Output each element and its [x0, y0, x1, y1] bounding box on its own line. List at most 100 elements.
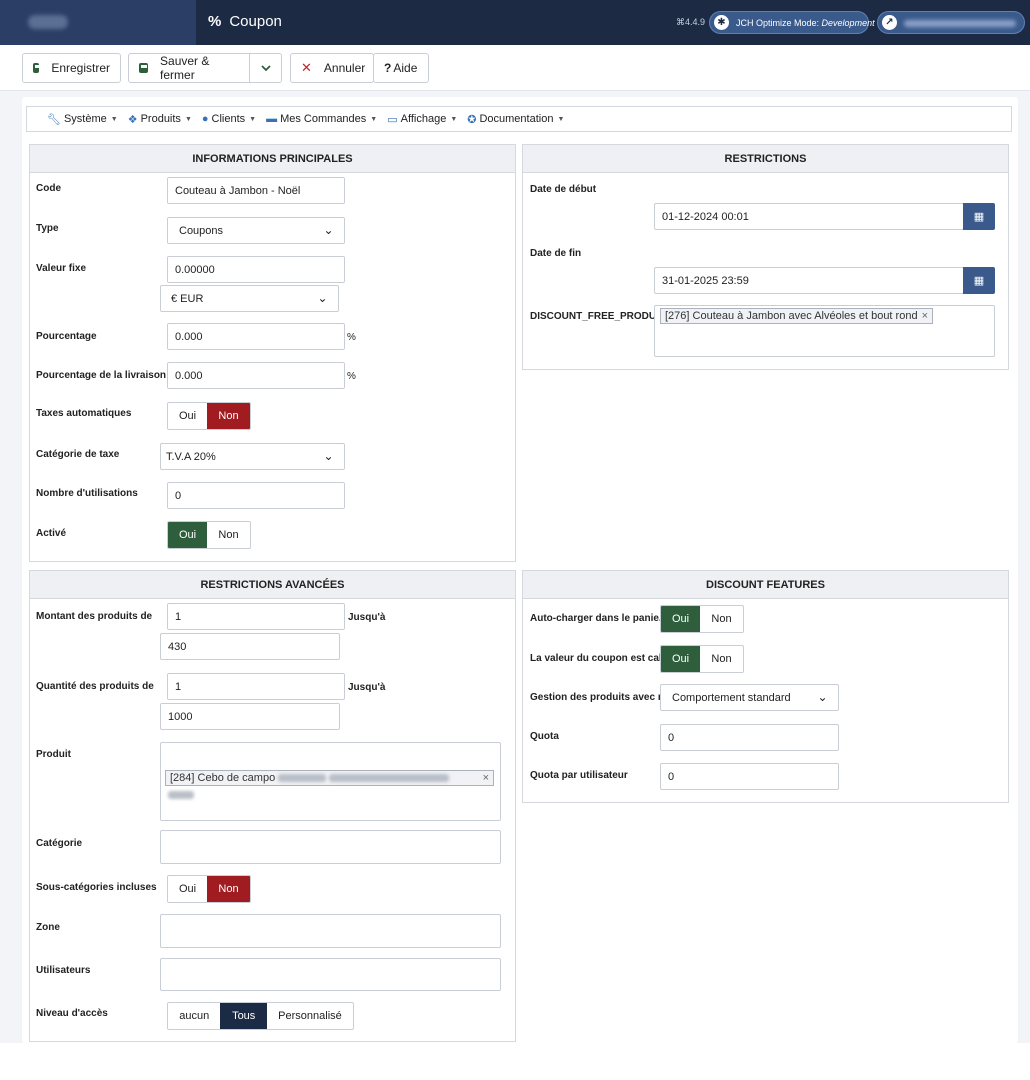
save-close-button[interactable]: Sauver & fermer — [128, 53, 250, 83]
panel-heading: DISCOUNT FEATURES — [523, 571, 1008, 599]
active-no[interactable]: Non — [207, 522, 250, 548]
chevron-down-icon: ⌄ — [817, 690, 828, 704]
save-icon — [33, 63, 42, 73]
panel-heading: INFORMATIONS PRINCIPALES — [30, 145, 515, 173]
start-date-label: Date de début — [530, 184, 597, 195]
percent-suffix: % — [347, 332, 356, 343]
coupon-calc-no[interactable]: Non — [700, 646, 743, 672]
subcategories-no[interactable]: Non — [207, 876, 250, 902]
cubes-icon: ❖ — [127, 113, 138, 126]
type-select[interactable]: Coupons ⌄ — [167, 217, 345, 244]
type-label: Type — [36, 223, 59, 234]
auto-tax-yes[interactable]: Oui — [168, 403, 207, 429]
save-options-dropdown[interactable] — [249, 53, 282, 83]
remove-tag-icon[interactable]: × — [483, 772, 489, 785]
currency-select[interactable]: € EUR ⌄ — [160, 285, 339, 312]
category-label: Catégorie — [36, 838, 83, 849]
auto-tax-label: Taxes automatiques — [36, 408, 132, 419]
fixed-value-input[interactable]: 0.00000 — [167, 256, 345, 283]
quantity-to-label: Jusqu'à — [348, 682, 386, 693]
active-toggle: Oui Non — [167, 521, 251, 549]
amount-to-input[interactable]: 430 — [160, 633, 340, 660]
save-button[interactable]: Enregistrer — [22, 53, 121, 83]
menu-item-affichage[interactable]: ▭ Affichage ▼ — [387, 113, 457, 126]
product-management-select[interactable]: Comportement standard ⌄ — [660, 684, 839, 711]
gear-icon: ✱ — [714, 15, 729, 30]
subcategories-yes[interactable]: Oui — [168, 876, 207, 902]
auto-tax-no[interactable]: Non — [207, 403, 250, 429]
version-label: ⌘4.4.9 — [676, 17, 706, 27]
tax-category-select[interactable]: T.V.A 20% ⌄ — [160, 443, 345, 470]
quantity-label: Quantité des produits de — [36, 681, 154, 692]
credit-card-icon: ▬ — [266, 113, 278, 125]
autocart-yes[interactable]: Oui — [661, 606, 701, 632]
access-custom[interactable]: Personnalisé — [267, 1003, 353, 1029]
calendar-icon[interactable]: ▦ — [963, 203, 995, 230]
cancel-button[interactable]: ✕ Annuler — [290, 53, 374, 83]
autocart-label: Auto-charger dans le panie... — [530, 613, 668, 624]
fixed-value-label: Valeur fixe — [36, 263, 87, 274]
chevron-down-icon: ⌄ — [323, 449, 334, 463]
external-link-icon: ↗ — [882, 15, 897, 30]
calendar-icon[interactable]: ▦ — [963, 267, 995, 294]
user-icon: ● — [201, 113, 209, 125]
percent-label: Pourcentage — [36, 331, 97, 342]
code-input[interactable]: Couteau à Jambon - Noël — [167, 177, 345, 204]
autocart-no[interactable]: Non — [700, 606, 743, 632]
active-yes[interactable]: Oui — [168, 522, 208, 548]
uses-count-input[interactable]: 0 — [167, 482, 345, 509]
category-field[interactable] — [160, 830, 501, 864]
monitor-icon: ▭ — [387, 113, 398, 126]
jch-optimize-button[interactable]: ✱ JCH Optimize Mode: Development — [709, 11, 875, 34]
brand-logo[interactable] — [0, 0, 196, 45]
shipping-percent-suffix: % — [347, 371, 356, 382]
amount-from-input[interactable]: 1 — [167, 603, 345, 630]
coupon-calc-toggle: Oui Non — [660, 645, 744, 673]
remove-tag-icon[interactable]: × — [922, 310, 928, 322]
menu-item-produits[interactable]: ❖ Produits ▼ — [128, 113, 192, 126]
end-date-input[interactable]: 31-01-2025 23:59 — [654, 267, 964, 294]
menu-item-systeme[interactable]: 🔧︎ Système ▼ — [47, 113, 118, 126]
quantity-to-input[interactable]: 1000 — [160, 703, 340, 730]
menu-item-commandes[interactable]: ▬ Mes Commandes ▼ — [266, 113, 377, 125]
access-level-toggle: aucun Tous Personnalisé — [167, 1002, 354, 1030]
zone-field[interactable] — [160, 914, 501, 948]
active-label: Activé — [36, 528, 67, 539]
quota-per-user-input[interactable]: 0 — [660, 763, 839, 790]
auto-tax-toggle: Oui Non — [167, 402, 251, 430]
users-field[interactable] — [160, 958, 501, 991]
access-all[interactable]: Tous — [220, 1003, 267, 1029]
question-icon: ? — [384, 61, 392, 75]
menu-item-documentation[interactable]: ✪ Documentation ▼ — [467, 113, 564, 126]
menu-item-clients[interactable]: ● Clients ▼ — [202, 113, 256, 125]
chevron-down-icon: ⌄ — [323, 223, 334, 237]
subcategories-label: Sous-catégories incluses — [36, 882, 157, 893]
page-title: % Coupon — [208, 13, 282, 30]
quantity-from-input[interactable]: 1 — [167, 673, 345, 700]
coupon-calc-label: La valeur du coupon est cal... — [530, 653, 671, 664]
free-product-label: DISCOUNT_FREE_PRODUCT — [530, 311, 670, 322]
access-none[interactable]: aucun — [168, 1003, 220, 1029]
zone-label: Zone — [36, 922, 60, 933]
coupon-calc-yes[interactable]: Oui — [661, 646, 701, 672]
tax-category-label: Catégorie de taxe — [36, 449, 120, 460]
panel-heading: RESTRICTIONS — [523, 145, 1008, 173]
quota-input[interactable]: 0 — [660, 724, 839, 751]
shipping-percent-input[interactable]: 0.000 — [167, 362, 345, 389]
percent-input[interactable]: 0.000 — [167, 323, 345, 350]
shipping-percent-label: Pourcentage de la livraison — [36, 370, 167, 381]
user-menu-button[interactable]: ↗ — [877, 11, 1025, 34]
hikashop-menu: 🔧︎ Système ▼ ❖ Produits ▼ ● Clients ▼ ▬ Mes Com… — [26, 106, 1012, 132]
quota-per-user-label: Quota par utilisateur — [530, 770, 628, 781]
product-label: Produit — [36, 749, 71, 760]
wrench-icon: 🔧︎ — [47, 113, 61, 126]
lifebuoy-icon: ✪ — [467, 113, 477, 126]
product-management-label: Gestion des produits avec r... — [530, 692, 670, 703]
start-date-input[interactable]: 01-12-2024 00:01 — [654, 203, 964, 230]
autocart-toggle: Oui Non — [660, 605, 744, 633]
amount-to-label: Jusqu'à — [348, 612, 386, 623]
chevron-down-icon: ⌄ — [317, 291, 328, 305]
save-icon — [139, 63, 149, 73]
access-level-label: Niveau d'accès — [36, 1008, 108, 1019]
help-button[interactable]: ? Aide — [373, 53, 429, 83]
